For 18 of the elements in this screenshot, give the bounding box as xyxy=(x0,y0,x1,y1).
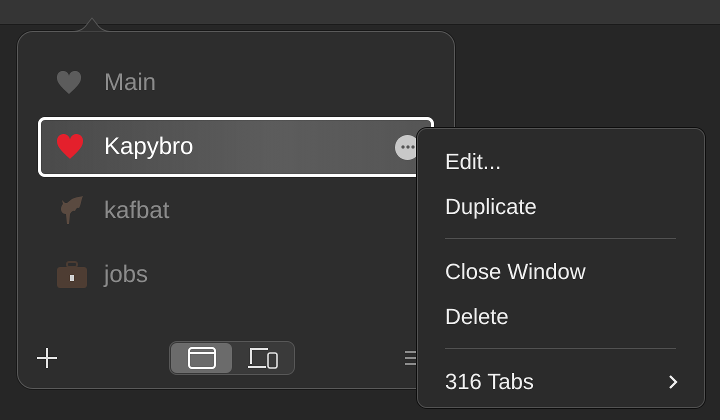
menu-item[interactable]: Edit... xyxy=(445,139,676,184)
add-button[interactable] xyxy=(36,347,58,369)
briefcase-icon xyxy=(56,261,88,289)
chevron-icon xyxy=(668,374,678,390)
profile-item[interactable]: Main xyxy=(38,51,434,115)
heart-icon xyxy=(56,71,82,95)
menu-item[interactable]: Close Window xyxy=(445,249,676,294)
profile-item[interactable]: jobs xyxy=(38,243,434,307)
menu-item[interactable]: Delete xyxy=(445,294,676,339)
heart-icon xyxy=(56,134,84,160)
menu-item[interactable]: 316 Tabs xyxy=(445,359,676,404)
menu-item[interactable]: Duplicate xyxy=(445,184,676,229)
window-icon xyxy=(188,347,216,369)
list-icon[interactable] xyxy=(405,349,419,367)
profile-item[interactable]: Kapybro xyxy=(38,117,434,177)
segment-button[interactable] xyxy=(171,343,232,373)
laptop-phone-icon xyxy=(246,347,278,369)
profile-item[interactable]: kafbat xyxy=(38,179,434,243)
